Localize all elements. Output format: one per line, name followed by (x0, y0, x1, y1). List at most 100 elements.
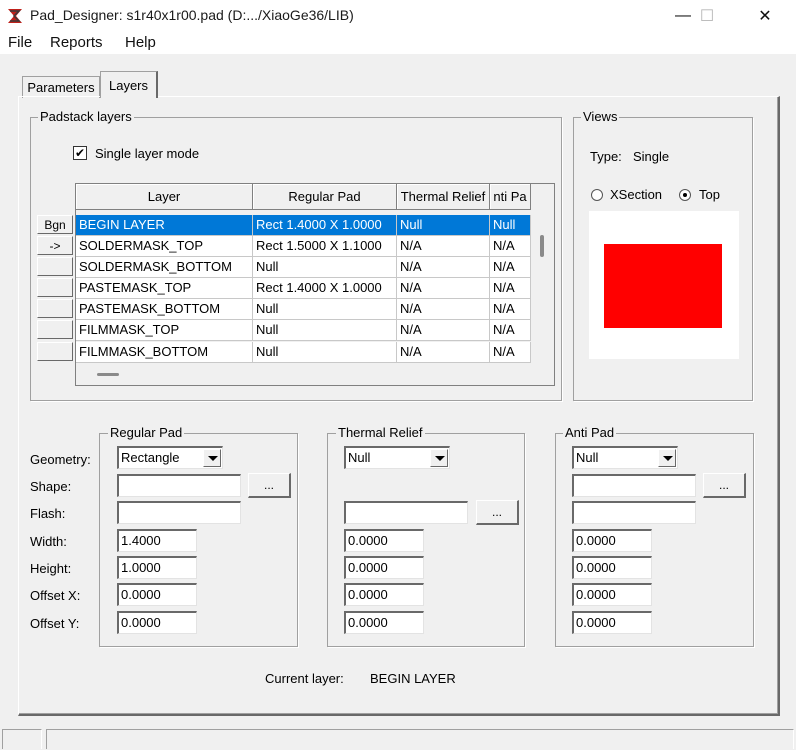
anti-pad-title: Anti Pad (563, 425, 617, 440)
cell-regular-pad: Null (253, 257, 397, 278)
regular-pad-shape-browse-button[interactable]: ... (248, 473, 291, 498)
thermal-relief-height-input[interactable]: 0.0000 (344, 556, 424, 579)
cell-regular-pad: Rect 1.5000 X 1.1000 (253, 236, 397, 257)
pad-shape (604, 244, 722, 328)
anti-pad-geometry-value: Null (576, 450, 599, 465)
thermal-relief-width-input[interactable]: 0.0000 (344, 529, 424, 552)
anti-pad-flash-input[interactable] (572, 501, 696, 524)
anti-pad-geometry-select[interactable]: Null (572, 446, 678, 469)
anti-pad-width-input[interactable]: 0.0000 (572, 529, 652, 552)
anti-pad-offset-x-input[interactable]: 0.0000 (572, 583, 652, 606)
pad-preview (589, 211, 739, 359)
top-label: Top (699, 187, 720, 202)
cell-thermal-relief: N/A (397, 278, 490, 299)
view-type-value: Single (633, 149, 670, 164)
cell-anti-pad: N/A (490, 299, 531, 320)
table-row[interactable]: FILMMASK_TOP Null N/A N/A (76, 320, 531, 341)
cell-anti-pad: N/A (490, 236, 531, 257)
column-header-anti-pad[interactable]: nti Pa (490, 184, 531, 210)
row-button-begin[interactable]: Bgn (37, 215, 73, 234)
tab-parameters[interactable]: Parameters (22, 76, 100, 98)
row-button[interactable] (37, 320, 73, 339)
table-row[interactable]: PASTEMASK_BOTTOM Null N/A N/A (76, 299, 531, 320)
cell-anti-pad: Null (490, 215, 531, 236)
current-layer-value: BEGIN LAYER (370, 671, 456, 686)
regular-pad-shape-input[interactable] (117, 474, 241, 497)
anti-pad-shape-input[interactable] (572, 474, 696, 497)
offset-x-label: Offset X: (30, 588, 81, 603)
flash-label: Flash: (30, 506, 66, 521)
menu-file[interactable]: File (4, 34, 36, 51)
regular-pad-offset-x-input[interactable]: 0.0000 (117, 583, 197, 606)
column-header-thermal-relief[interactable]: Thermal Relief (397, 184, 490, 210)
shape-label: Shape: (30, 479, 72, 494)
close-button[interactable]: ✕ (742, 0, 788, 32)
cell-layer: SOLDERMASK_BOTTOM (76, 257, 253, 278)
chevron-down-icon[interactable] (430, 449, 448, 467)
xsection-radio[interactable] (591, 189, 603, 201)
single-layer-mode-checkbox[interactable]: ✔ (73, 146, 87, 160)
current-layer-label: Current layer: (265, 671, 344, 686)
regular-pad-geometry-select[interactable]: Rectangle (117, 446, 223, 469)
height-label: Height: (30, 561, 72, 576)
table-row[interactable]: SOLDERMASK_TOP Rect 1.5000 X 1.1000 N/A … (76, 236, 531, 257)
cell-regular-pad: Null (253, 320, 397, 341)
menu-bar: File Reports Help (0, 32, 796, 54)
row-button[interactable] (37, 342, 73, 361)
row-button-current[interactable]: -> (37, 236, 73, 255)
table-row[interactable]: FILMMASK_BOTTOM Null N/A N/A (76, 342, 531, 363)
xsection-label: XSection (610, 187, 663, 202)
grid-vertical-scrollbar[interactable] (540, 235, 544, 257)
anti-pad-shape-browse-button[interactable]: ... (703, 473, 746, 498)
regular-pad-height-input[interactable]: 1.0000 (117, 556, 197, 579)
cell-regular-pad: Rect 1.4000 X 1.0000 (253, 278, 397, 299)
status-bar (0, 726, 796, 750)
geometry-label: Geometry: (30, 452, 91, 467)
cell-thermal-relief: Null (397, 215, 490, 236)
window-title: Pad_Designer: s1r40x1r00.pad (D:.../Xiao… (30, 7, 354, 23)
title-bar[interactable]: Pad_Designer: s1r40x1r00.pad (D:.../Xiao… (0, 0, 796, 32)
single-layer-mode-label: Single layer mode (95, 146, 200, 161)
thermal-relief-flash-input[interactable] (344, 501, 468, 524)
anti-pad-height-input[interactable]: 0.0000 (572, 556, 652, 579)
row-button[interactable] (37, 278, 73, 297)
menu-reports[interactable]: Reports (46, 34, 107, 51)
chevron-down-icon[interactable] (203, 449, 221, 467)
tab-layers[interactable]: Layers (100, 71, 158, 98)
cell-thermal-relief: N/A (397, 320, 490, 341)
regular-pad-geometry-value: Rectangle (121, 450, 180, 465)
regular-pad-offset-y-input[interactable]: 0.0000 (117, 611, 197, 634)
thermal-relief-geometry-select[interactable]: Null (344, 446, 450, 469)
grid-horizontal-scrollbar[interactable] (97, 373, 119, 376)
row-button[interactable] (37, 299, 73, 318)
cell-regular-pad: Null (253, 342, 397, 363)
thermal-relief-flash-browse-button[interactable]: ... (476, 500, 519, 525)
padstack-layers-title: Padstack layers (38, 109, 134, 124)
cell-thermal-relief: N/A (397, 236, 490, 257)
maximize-button[interactable]: ☐ (684, 0, 730, 32)
cell-thermal-relief: N/A (397, 299, 490, 320)
width-label: Width: (30, 534, 67, 549)
column-header-layer[interactable]: Layer (76, 184, 253, 210)
cell-layer: FILMMASK_BOTTOM (76, 342, 253, 363)
column-header-regular-pad[interactable]: Regular Pad (253, 184, 397, 210)
thermal-relief-offset-y-input[interactable]: 0.0000 (344, 611, 424, 634)
cell-anti-pad: N/A (490, 257, 531, 278)
anti-pad-offset-y-input[interactable]: 0.0000 (572, 611, 652, 634)
cell-thermal-relief: N/A (397, 342, 490, 363)
table-row[interactable]: SOLDERMASK_BOTTOM Null N/A N/A (76, 257, 531, 278)
menu-help[interactable]: Help (121, 34, 160, 51)
table-row[interactable]: BEGIN LAYER Rect 1.4000 X 1.0000 Null Nu… (76, 215, 531, 236)
table-row[interactable]: PASTEMASK_TOP Rect 1.4000 X 1.0000 N/A N… (76, 278, 531, 299)
chevron-down-icon[interactable] (658, 449, 676, 467)
cell-anti-pad: N/A (490, 278, 531, 299)
regular-pad-flash-input[interactable] (117, 501, 241, 524)
top-radio[interactable] (679, 189, 691, 201)
row-button[interactable] (37, 257, 73, 276)
thermal-relief-geometry-value: Null (348, 450, 371, 465)
thermal-relief-offset-x-input[interactable]: 0.0000 (344, 583, 424, 606)
offset-y-label: Offset Y: (30, 616, 80, 631)
view-type-label: Type: (590, 149, 622, 164)
regular-pad-width-input[interactable]: 1.4000 (117, 529, 197, 552)
cell-layer: PASTEMASK_TOP (76, 278, 253, 299)
